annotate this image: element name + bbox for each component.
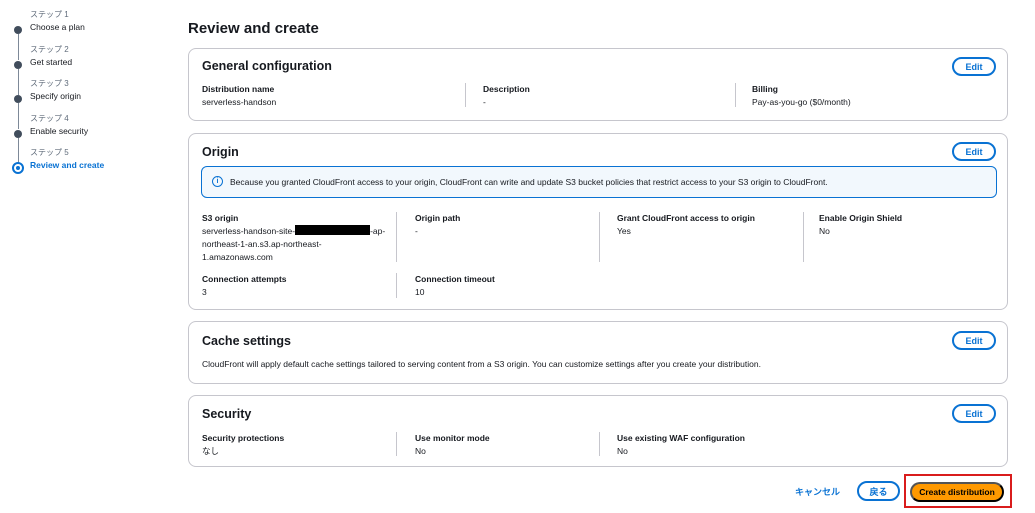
origin-title: Origin <box>202 145 239 159</box>
step-5-number: ステップ 5 <box>30 148 69 157</box>
waf-config-value: No <box>617 446 628 456</box>
distribution-name-key: Distribution name <box>202 84 275 94</box>
billing-field: Billing Pay-as-you-go ($0/month) <box>752 84 851 108</box>
divider <box>396 273 397 298</box>
step-3[interactable]: ステップ 3 Specify origin <box>12 79 172 129</box>
redacted-block <box>295 225 371 235</box>
edit-security-button[interactable]: Edit <box>952 404 996 423</box>
grant-access-value: Yes <box>617 226 631 236</box>
s3-origin-value-line-2: northeast-1-an.s3.ap-northeast- <box>202 239 322 249</box>
origin-shield-value: No <box>819 226 830 236</box>
s3-origin-key: S3 origin <box>202 213 239 223</box>
origin-card: Origin Edit i Because you granted CloudF… <box>188 133 1008 310</box>
create-distribution-highlight: Create distribution <box>904 474 1012 508</box>
step-4[interactable]: ステップ 4 Enable security <box>12 113 172 164</box>
divider <box>396 432 397 456</box>
waf-config-field: Use existing WAF configuration No <box>617 433 745 457</box>
info-alert-text: Because you granted CloudFront access to… <box>230 177 828 187</box>
security-title: Security <box>202 407 252 421</box>
info-icon: i <box>212 176 223 187</box>
security-protections-field: Security protections なし <box>202 433 284 457</box>
origin-path-key: Origin path <box>415 213 461 223</box>
step-2-indicator-icon <box>14 60 22 69</box>
distribution-name-value: serverless-handson <box>202 97 277 107</box>
step-4-label[interactable]: Enable security <box>30 125 172 137</box>
connection-attempts-key: Connection attempts <box>202 274 287 284</box>
s3-origin-field: S3 origin serverless-handson-site- -ap- n… <box>202 213 387 263</box>
cache-settings-title: Cache settings <box>202 334 291 348</box>
page-title: Review and create <box>188 20 319 37</box>
step-3-label[interactable]: Specify origin <box>30 90 172 102</box>
security-protections-key: Security protections <box>202 433 285 443</box>
general-configuration-card: General configuration Edit Distribution … <box>188 48 1008 121</box>
distribution-name-field: Distribution name serverless-handson <box>202 84 276 108</box>
step-1-indicator-icon <box>14 26 22 34</box>
divider <box>803 212 804 262</box>
security-card: Security Edit Security protections なし Us… <box>188 395 1008 467</box>
step-3-number: ステップ 3 <box>30 79 69 88</box>
back-button[interactable]: 戻る <box>857 481 900 501</box>
step-2[interactable]: ステップ 2 Get started <box>12 44 172 95</box>
billing-key: Billing <box>752 84 778 94</box>
divider <box>599 212 600 262</box>
step-5-active-indicator-icon <box>12 162 24 174</box>
monitor-mode-field: Use monitor mode No <box>415 433 490 457</box>
step-4-number: ステップ 4 <box>30 113 69 123</box>
step-2-number: ステップ 2 <box>30 44 69 54</box>
s3-origin-value-line-1: serverless-handson-site- -ap- <box>202 225 387 237</box>
step-3-indicator-icon <box>14 95 22 103</box>
description-key: Description <box>483 84 530 94</box>
step-1-number: ステップ 1 <box>30 10 69 19</box>
waf-config-key: Use existing WAF configuration <box>617 433 745 443</box>
origin-shield-key: Enable Origin Shield <box>819 213 903 223</box>
description-field: Description - <box>483 84 530 108</box>
connection-timeout-field: Connection timeout 10 <box>415 274 495 298</box>
origin-path-field: Origin path - <box>415 213 460 237</box>
cache-settings-card: Cache settings Edit CloudFront will appl… <box>188 321 1008 384</box>
general-configuration-title: General configuration <box>202 59 332 73</box>
step-4-indicator-icon <box>14 129 22 138</box>
monitor-mode-value: No <box>415 446 426 456</box>
origin-shield-field: Enable Origin Shield No <box>819 213 902 237</box>
grant-access-key: Grant CloudFront access to origin <box>617 213 755 223</box>
connection-timeout-key: Connection timeout <box>415 274 495 284</box>
security-protections-value: なし <box>202 446 220 456</box>
billing-value: Pay-as-you-go ($0/month) <box>752 97 851 107</box>
monitor-mode-key: Use monitor mode <box>415 433 490 443</box>
divider <box>735 83 736 107</box>
s3-origin-prefix: serverless-handson-site- <box>202 226 296 236</box>
cancel-button[interactable]: キャンセル <box>795 485 840 498</box>
edit-cache-button[interactable]: Edit <box>952 331 996 350</box>
connection-attempts-value: 3 <box>202 287 207 297</box>
wizard-steps: ステップ 1 Choose a plan ステップ 2 Get started … <box>12 10 172 183</box>
info-alert: i Because you granted CloudFront access … <box>201 166 997 198</box>
s3-origin-value-line-3: 1.amazonaws.com <box>202 252 273 262</box>
step-2-label[interactable]: Get started <box>30 56 172 68</box>
divider <box>396 212 397 262</box>
step-1[interactable]: ステップ 1 Choose a plan <box>12 10 172 60</box>
description-value: - <box>483 97 486 107</box>
s3-origin-suffix: -ap- <box>370 226 386 236</box>
edit-general-button[interactable]: Edit <box>952 57 996 76</box>
divider <box>599 432 600 456</box>
step-5: ステップ 5 Review and create <box>12 148 172 183</box>
grant-access-field: Grant CloudFront access to origin Yes <box>617 213 755 237</box>
step-5-label: Review and create <box>30 160 105 170</box>
cache-settings-text: CloudFront will apply default cache sett… <box>202 359 761 369</box>
origin-path-value: - <box>415 226 418 236</box>
connection-timeout-value: 10 <box>415 287 425 297</box>
edit-origin-button[interactable]: Edit <box>952 142 996 161</box>
connection-attempts-field: Connection attempts 3 <box>202 274 287 298</box>
divider <box>465 83 466 107</box>
create-distribution-button[interactable]: Create distribution <box>910 482 1004 502</box>
step-1-label[interactable]: Choose a plan <box>30 21 172 33</box>
